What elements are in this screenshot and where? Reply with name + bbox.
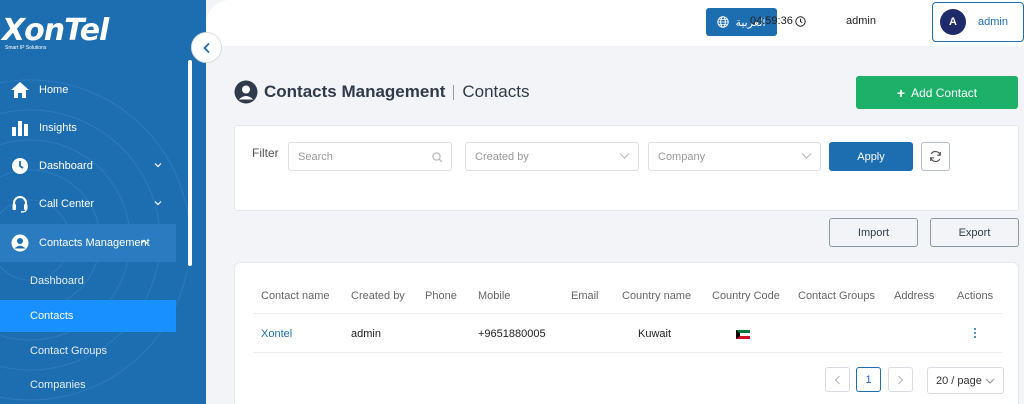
chevron-left-icon <box>834 375 840 384</box>
sidebar-subitem-label: Contacts <box>30 310 74 322</box>
more-actions-icon[interactable] <box>970 326 980 340</box>
cell-created-by: admin <box>351 328 381 340</box>
sidebar-item-label: Insights <box>39 122 77 134</box>
sidebar-item-insights[interactable]: Insights <box>0 109 176 147</box>
chevron-down-icon <box>985 378 995 384</box>
export-label: Export <box>958 226 991 239</box>
sidebar-item-dashboard[interactable]: Dashboard <box>0 147 176 185</box>
top-username: admin <box>846 15 876 27</box>
company-placeholder: Company <box>658 150 706 163</box>
sidebar: XonTel Smart IP Solutions Home Insights … <box>0 0 206 404</box>
contacts-table: Contact name Created by Phone Mobile Ema… <box>234 262 1019 404</box>
search-input[interactable]: Search <box>288 142 452 171</box>
page-title: Contacts Management Contacts <box>234 80 529 104</box>
cell-contact-name[interactable]: Xontel <box>261 328 292 340</box>
user-menu[interactable]: A admin <box>932 2 1024 42</box>
chevron-up-icon <box>140 239 148 244</box>
filter-panel: Filter Search Created by Company Apply <box>234 125 1019 211</box>
export-button[interactable]: Export <box>930 218 1019 247</box>
page-title-sub: Contacts <box>462 82 530 101</box>
import-button[interactable]: Import <box>829 218 918 247</box>
globe-icon <box>717 16 730 28</box>
column-header-contact-name[interactable]: Contact name <box>261 290 329 302</box>
clock: 04:59:36 <box>750 15 806 27</box>
sidebar-subitem-companies[interactable]: Companies <box>0 369 176 401</box>
pagination-prev-button[interactable] <box>825 367 850 392</box>
apply-label: Apply <box>857 150 885 163</box>
chevron-down-icon <box>619 153 630 159</box>
chevron-down-icon <box>801 153 812 159</box>
plus-icon: + <box>896 84 906 101</box>
bar-chart-icon <box>9 117 31 139</box>
sidebar-subitem-label: Companies <box>30 379 86 391</box>
user-circle-icon <box>9 232 31 254</box>
column-header-address[interactable]: Address <box>894 290 934 302</box>
title-divider <box>453 84 455 100</box>
reset-filter-button[interactable] <box>921 142 950 171</box>
sidebar-item-label: Call Center <box>39 198 95 210</box>
sidebar-item-call-center[interactable]: Call Center <box>0 185 176 223</box>
pagination-next-button[interactable] <box>888 367 913 392</box>
chevron-right-icon <box>898 375 904 384</box>
filter-label: Filter <box>252 146 279 160</box>
chevron-down-icon <box>154 163 162 168</box>
home-icon <box>9 79 31 101</box>
apply-filter-button[interactable]: Apply <box>829 142 913 171</box>
cell-country-name: Kuwait <box>638 328 672 340</box>
company-select[interactable]: Company <box>648 142 821 171</box>
xontel-logo[interactable]: XonTel Smart IP Solutions <box>2 13 109 52</box>
top-bar: العربية 04:59:36 admin A admin <box>206 0 1024 46</box>
column-header-country-name[interactable]: Country name <box>622 290 691 302</box>
sidebar-subitem-contacts[interactable]: Contacts <box>0 300 176 332</box>
clock-time: 04:59:36 <box>750 15 793 27</box>
sidebar-collapse-button[interactable] <box>191 32 222 63</box>
clock-icon <box>9 155 31 177</box>
add-contact-label: Add Contact <box>911 85 978 100</box>
headset-icon <box>9 193 31 215</box>
created-by-placeholder: Created by <box>475 150 529 163</box>
created-by-select[interactable]: Created by <box>465 142 639 171</box>
chevron-left-icon <box>202 42 210 53</box>
column-header-contact-groups[interactable]: Contact Groups <box>798 290 875 302</box>
kuwait-flag-icon <box>736 330 750 339</box>
search-placeholder: Search <box>298 150 333 163</box>
column-header-email[interactable]: Email <box>571 290 599 302</box>
search-icon <box>432 152 443 163</box>
avatar: A <box>940 9 966 35</box>
refresh-icon <box>930 150 941 163</box>
page-title-main: Contacts Management <box>264 82 446 101</box>
column-header-country-code[interactable]: Country Code <box>712 290 780 302</box>
sidebar-subitem-label: Contact Groups <box>30 345 108 357</box>
pagination-page-button[interactable]: 1 <box>856 367 881 392</box>
sidebar-subitem-dashboard[interactable]: Dashboard <box>0 265 176 297</box>
clock-icon <box>795 15 806 27</box>
column-header-created-by[interactable]: Created by <box>351 290 405 302</box>
chevron-down-icon <box>154 201 162 206</box>
column-header-phone[interactable]: Phone <box>425 290 457 302</box>
add-contact-button[interactable]: + Add Contact <box>856 76 1018 109</box>
header-divider <box>253 313 1002 314</box>
import-label: Import <box>857 226 890 239</box>
column-header-mobile[interactable]: Mobile <box>478 290 510 302</box>
sidebar-item-home[interactable]: Home <box>0 71 176 109</box>
logo-text: XonTel <box>2 13 109 48</box>
column-header-actions: Actions <box>957 290 994 302</box>
sidebar-item-label: Contacts Management <box>39 237 150 249</box>
sidebar-item-label: Dashboard <box>39 160 93 172</box>
sidebar-item-contacts-management[interactable]: Contacts Management <box>0 224 176 262</box>
sidebar-scrollbar[interactable] <box>188 60 192 266</box>
sidebar-subitem-label: Dashboard <box>30 275 84 287</box>
sidebar-subitem-contact-groups[interactable]: Contact Groups <box>0 335 176 367</box>
page-size-select[interactable]: 20 / page <box>927 367 1004 394</box>
row-divider <box>253 352 1002 353</box>
user-circle-icon <box>234 80 258 104</box>
cell-mobile: +9651880005 <box>478 328 546 340</box>
sidebar-item-label: Home <box>39 84 69 96</box>
user-menu-name: admin <box>978 16 1008 28</box>
page-size-value: 20 / page <box>936 374 982 387</box>
